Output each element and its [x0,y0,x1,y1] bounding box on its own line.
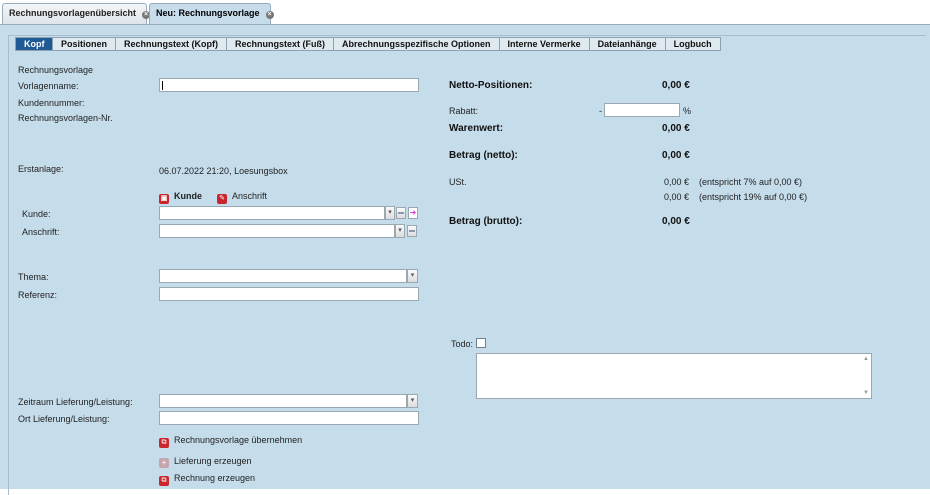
kunde-link[interactable]: ▣ Kunde [159,191,202,204]
document-icon: ▣ [159,194,169,204]
kunde-label: Kunde: [22,209,51,219]
referenz-label: Referenz: [18,290,58,300]
thema-label: Thema: [18,272,49,282]
todo-checkbox[interactable] [476,338,486,348]
action-label: Rechnungsvorlage übernehmen [174,435,303,445]
tab-abrechnungsspezifische-optionen[interactable]: Abrechnungsspezifische Optionen [334,37,500,51]
sub-tab-bar: Kopf Positionen Rechnungstext (Kopf) Rec… [15,37,721,51]
betrag-netto-value: 0,00 € [662,150,690,161]
tab-neu-rechnungsvorlage[interactable]: Neu: Rechnungsvorlage × [149,3,274,24]
ust-value: 0,00 € [664,177,690,187]
tab-rechnungsvorlagenuebersicht[interactable]: Rechnungsvorlagenübersicht × [2,3,151,24]
arrow-right-icon[interactable]: ➜ [408,207,418,219]
tab-label: Dateianhänge [597,39,657,49]
betrag-netto-label: Betrag (netto): [449,150,518,161]
todo-label: Todo: [451,339,474,349]
kunde-link-label: Kunde [174,191,202,201]
netto-positionen-value: 0,00 € [662,80,690,91]
anschrift-link[interactable]: ✎ Anschrift [217,191,267,204]
tab-label: Rechnungstext (Kopf) [124,39,219,49]
tab-interne-vermerke[interactable]: Interne Vermerke [499,37,590,51]
pencil-icon: ✎ [217,194,227,204]
rechnung-erzeugen-button[interactable]: ⧉ Rechnung erzeugen [159,473,255,486]
section-title: Rechnungsvorlage [18,65,94,75]
rechnungsvorlagen-nr-label: Rechnungsvorlagen-Nr. [18,113,113,123]
tab-label: Neu: Rechnungsvorlage [156,8,260,18]
rabatt-label: Rabatt: [449,106,479,116]
betrag-brutto-value: 0,00 € [662,216,690,227]
minus-icon[interactable] [407,225,417,237]
anschrift-input[interactable] [159,224,395,238]
warenwert-value: 0,00 € [662,123,690,134]
anschrift-label: Anschrift: [22,227,60,237]
rabatt-unit: % [683,106,692,116]
tab-kopf[interactable]: Kopf [15,37,53,51]
vorlagenname-label: Vorlagenname: [18,81,79,91]
main-panel: Kopf Positionen Rechnungstext (Kopf) Rec… [0,24,930,495]
tab-label: Interne Vermerke [507,39,581,49]
tab-dateianhaenge[interactable]: Dateianhänge [589,37,666,51]
thema-select[interactable] [159,269,407,283]
ort-input[interactable] [159,411,419,425]
form-container [8,35,926,495]
tab-rechnungstext-fuss[interactable]: Rechnungstext (Fuß) [227,37,335,51]
vorlagenname-input[interactable] [159,78,419,92]
plus-icon: + [159,458,169,468]
kunde-input[interactable] [159,206,385,220]
ort-label: Ort Lieferung/Leistung: [18,414,110,424]
zeitraum-select[interactable] [159,394,407,408]
zeitraum-label: Zeitraum Lieferung/Leistung: [18,397,133,407]
tab-label: Rechnungstext (Fuß) [235,39,326,49]
betrag-brutto-label: Betrag (brutto): [449,216,523,227]
chevron-down-icon[interactable]: ▾ [407,269,418,283]
kundennummer-label: Kundennummer: [18,98,85,108]
tab-positionen[interactable]: Positionen [53,37,117,51]
warenwert-label: Warenwert: [449,123,504,134]
todo-textarea[interactable]: ▲ ▼ [476,353,872,399]
scroll-up-icon[interactable]: ▲ [863,356,869,362]
document-icon: ⧉ [159,476,169,486]
minus-icon[interactable] [396,207,406,219]
chevron-down-icon[interactable]: ▾ [407,394,418,408]
rabatt-input[interactable] [604,103,680,117]
tab-rechnungstext-kopf[interactable]: Rechnungstext (Kopf) [116,37,228,51]
ust-label: USt. [449,177,467,187]
anschrift-link-label: Anschrift [232,191,268,201]
chevron-down-icon[interactable]: ▾ [385,206,395,220]
action-label: Rechnung erzeugen [174,473,256,483]
ust-note: (entspricht 7% auf 0,00 €) [699,177,803,187]
lieferung-erzeugen-button[interactable]: + Lieferung erzeugen [159,456,252,468]
tab-label: Positionen [61,39,108,49]
tab-label: Logbuch [673,39,712,49]
scroll-down-icon[interactable]: ▼ [863,390,869,396]
ust-note: (entspricht 19% auf 0,00 €) [699,192,808,202]
tab-label: Abrechnungsspezifische Optionen [342,39,491,49]
rechnungsvorlage-uebernehmen-button[interactable]: ⧉ Rechnungsvorlage übernehmen [159,435,302,448]
tab-label: Kopf [24,39,45,49]
tab-label: Rechnungsvorlagenübersicht [9,8,137,18]
erstanlage-value: 06.07.2022 21:20, Loesungsbox [159,166,288,176]
ust-value: 0,00 € [664,192,690,202]
document-tab-bar: Rechnungsvorlagenübersicht × Neu: Rechnun… [0,0,930,24]
netto-positionen-label: Netto-Positionen: [449,80,533,91]
tab-logbuch[interactable]: Logbuch [665,37,721,51]
chevron-down-icon[interactable]: ▾ [395,224,405,238]
document-icon: ⧉ [159,438,169,448]
close-icon[interactable]: × [265,11,274,19]
referenz-input[interactable] [159,287,419,301]
rabatt-sign: - [599,106,602,116]
erstanlage-label: Erstanlage: [18,164,64,174]
action-label: Lieferung erzeugen [174,456,252,466]
